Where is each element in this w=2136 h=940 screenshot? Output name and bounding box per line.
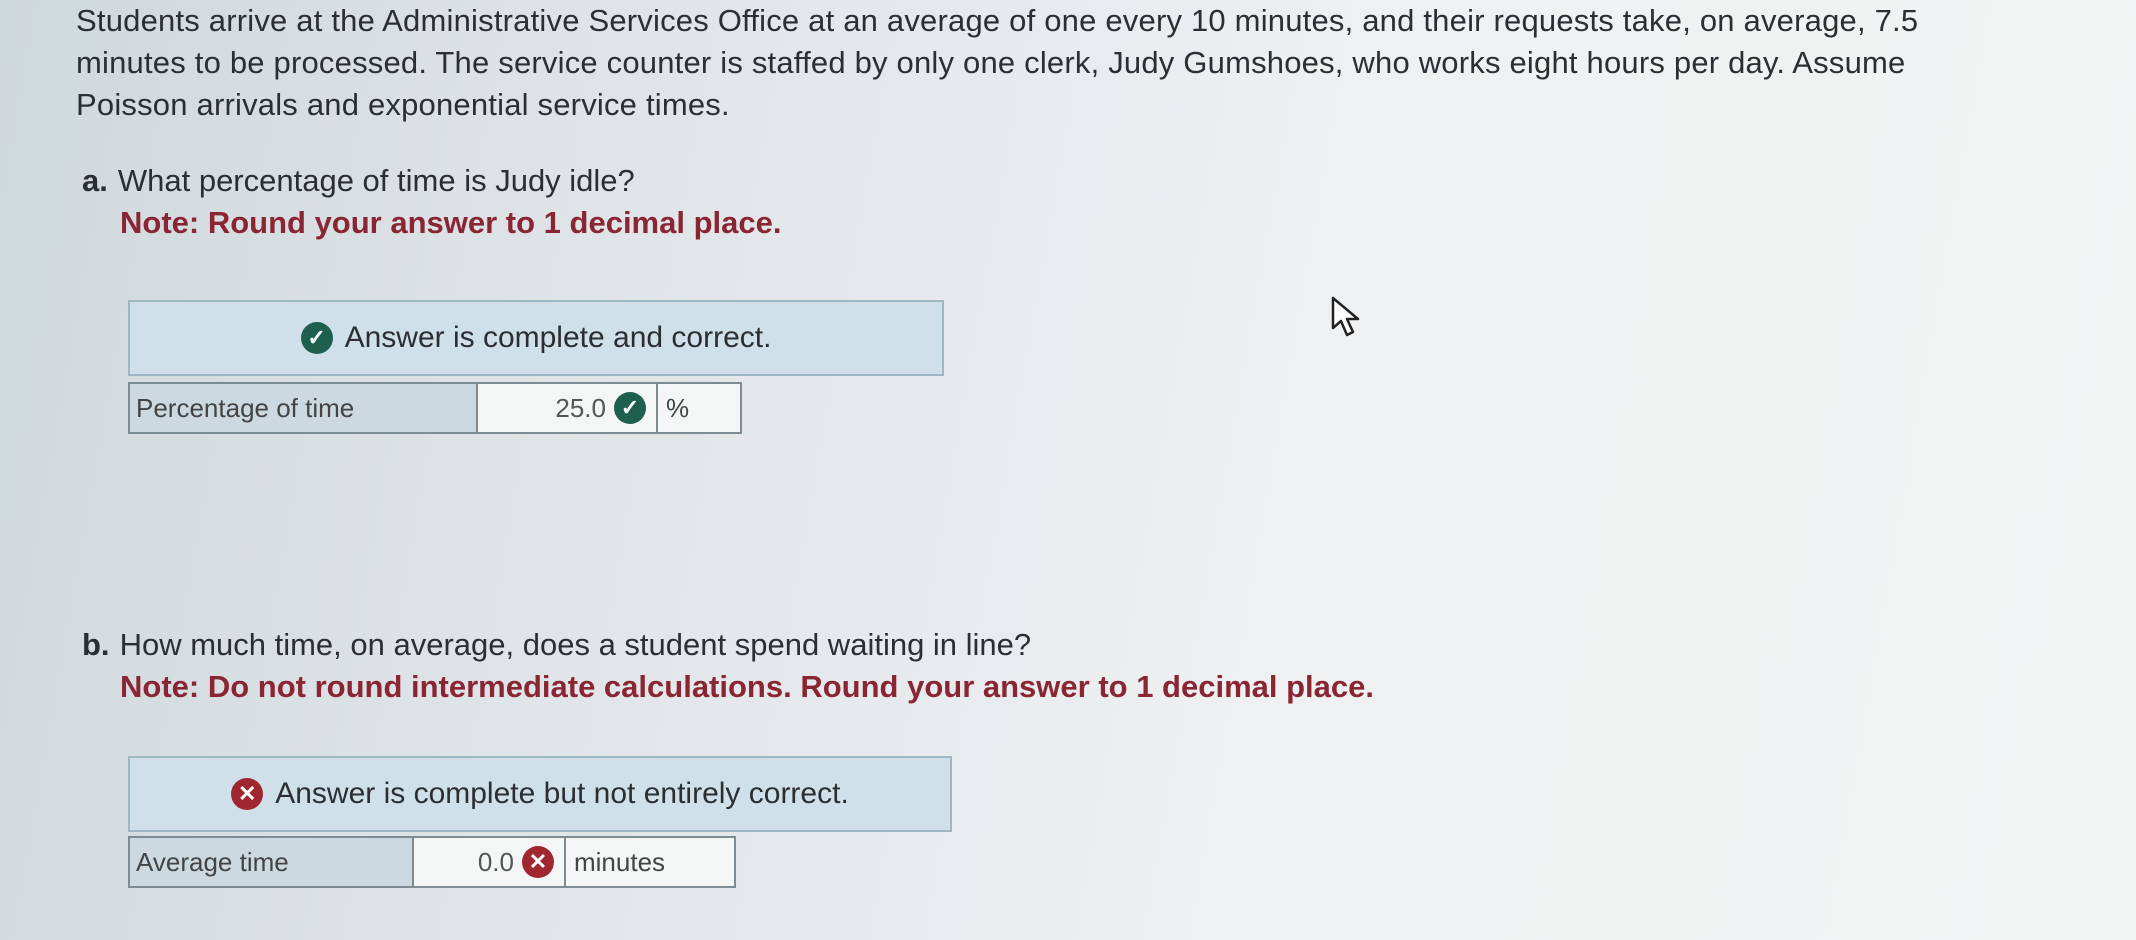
part-b-label: b.	[82, 627, 110, 662]
part-b-answer-field[interactable]: 0.0 ✕	[414, 838, 566, 886]
part-a-status-banner: ✓ Answer is complete and correct.	[128, 300, 944, 376]
part-a-status-text: Answer is complete and correct.	[344, 321, 772, 354]
part-b-status-banner: ✕ Answer is complete but not entirely co…	[128, 756, 952, 832]
part-b-unit: minutes	[566, 838, 734, 886]
x-circle-icon: ✕	[231, 778, 264, 810]
part-a-unit: %	[658, 384, 740, 432]
part-a-answer-row: Percentage of time 25.0 ✓ %	[128, 382, 742, 434]
part-b-status-text: Answer is complete but not entirely corr…	[275, 777, 849, 810]
check-circle-icon: ✓	[614, 392, 646, 424]
part-b-note: Note: Do not round intermediate calculat…	[120, 669, 1374, 704]
part-b-question: b. How much time, on average, does a stud…	[82, 624, 1374, 708]
part-b-question-text: How much time, on average, does a studen…	[119, 627, 1032, 662]
part-b-row-label: Average time	[130, 838, 414, 886]
part-a-answer-field[interactable]: 25.0 ✓	[478, 384, 658, 432]
part-b-answer-value: 0.0	[477, 846, 514, 877]
part-b-answer-row: Average time 0.0 ✕ minutes	[128, 836, 736, 888]
part-a-question-text: What percentage of time is Judy idle?	[117, 163, 635, 198]
mouse-pointer-icon	[1331, 296, 1360, 337]
part-a-note: Note: Round your answer to 1 decimal pla…	[120, 205, 782, 240]
part-a-answer-value: 25.0	[555, 392, 606, 423]
problem-line-3: Poisson arrivals and exponential service…	[76, 87, 730, 122]
part-a-label: a.	[82, 163, 108, 198]
problem-line-2: minutes to be processed. The service cou…	[76, 45, 1906, 80]
part-a-question: a. What percentage of time is Judy idle? …	[82, 160, 781, 244]
x-circle-icon: ✕	[522, 846, 554, 878]
problem-line-1: Students arrive at the Administrative Se…	[76, 3, 1919, 38]
check-circle-icon: ✓	[300, 322, 333, 354]
part-a-row-label: Percentage of time	[130, 384, 478, 432]
problem-statement: Students arrive at the Administrative Se…	[76, 0, 2076, 126]
